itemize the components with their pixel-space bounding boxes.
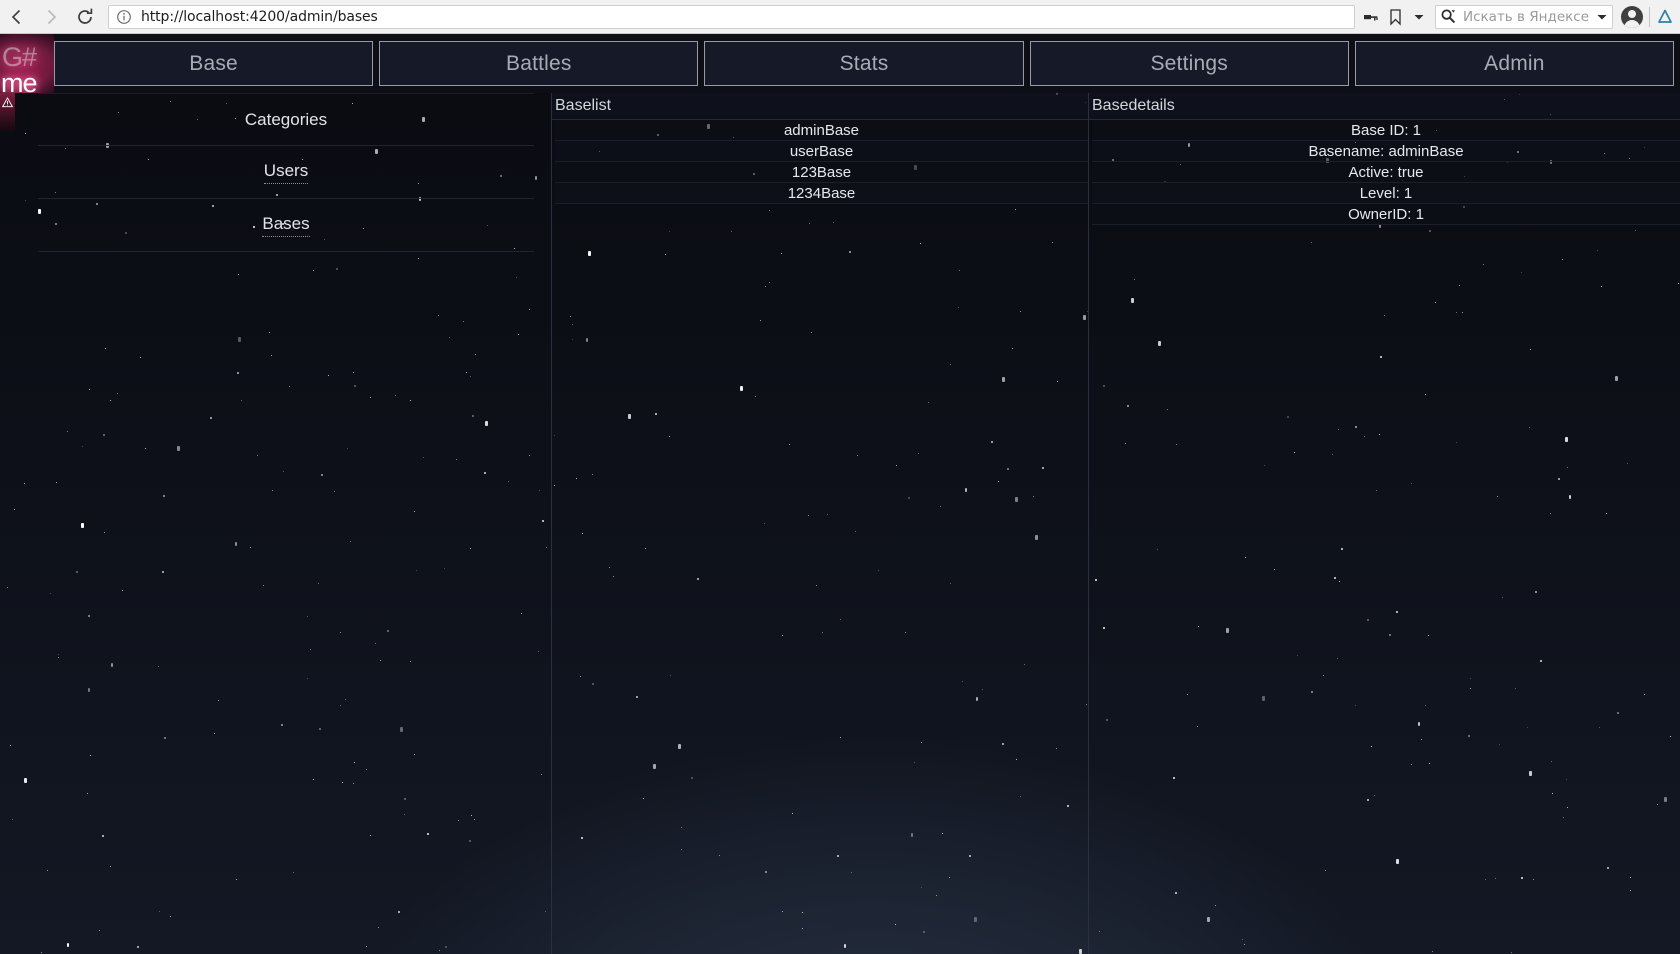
basedetails-base-id: Base ID: 1: [1350, 121, 1422, 139]
search-magnifier-icon[interactable]: [1440, 8, 1457, 25]
table-row: OwnerID: 1: [1092, 204, 1680, 225]
sidebar-item-bases[interactable]: Bases: [38, 199, 534, 252]
tab-settings[interactable]: Settings: [1029, 41, 1349, 86]
baselist-title: Baselist: [552, 93, 1088, 120]
warning-badge[interactable]: [0, 93, 15, 131]
table-row: Level: 1: [1092, 183, 1680, 204]
bookmark-icon[interactable]: [1383, 5, 1407, 29]
basedetails-level: Level: 1: [1359, 184, 1413, 202]
tab-admin[interactable]: Admin: [1354, 41, 1675, 86]
baselist-item-label: 123Base: [791, 163, 852, 181]
search-box[interactable]: Искать в Яндексе: [1435, 4, 1613, 29]
content-columns: Categories Users Bases Baselist adminBas…: [0, 93, 1680, 954]
app-logo[interactable]: G# me: [0, 34, 54, 93]
app-nav-bar: G# me Base Battles Stats Settings Admin: [0, 34, 1680, 93]
baselist-rows: adminBase userBase 123Base 1234Base: [555, 120, 1088, 204]
categories-list: Categories Users Bases: [38, 93, 534, 252]
basedetails-owner-id: OwnerID: 1: [1348, 205, 1424, 223]
table-row: Basename: adminBase: [1092, 141, 1680, 162]
back-button[interactable]: [0, 0, 34, 34]
browser-toolbar: http://localhost:4200/admin/bases Искать…: [0, 0, 1680, 34]
list-item[interactable]: adminBase: [555, 120, 1088, 141]
tab-base-label: Base: [189, 51, 238, 75]
baselist-panel: Baselist adminBase userBase 123Base 1234…: [551, 93, 1088, 954]
basedetails-panel: Basedetails Base ID: 1 Basename: adminBa…: [1088, 93, 1680, 954]
logo-text: G# me: [1, 42, 38, 93]
reload-icon: [78, 8, 93, 24]
toolbar-dropdown-button[interactable]: [1407, 5, 1431, 29]
chevron-down-icon: [1414, 14, 1424, 19]
chevron-right-icon: [47, 9, 57, 24]
warning-triangle-icon: [2, 97, 13, 108]
list-item[interactable]: 1234Base: [555, 183, 1088, 204]
list-item[interactable]: 123Base: [555, 162, 1088, 183]
sidebar-item-bases-label: Bases: [262, 214, 310, 237]
tab-stats[interactable]: Stats: [704, 41, 1024, 86]
tab-battles[interactable]: Battles: [379, 41, 699, 86]
baselist-item-label: userBase: [789, 142, 854, 160]
basedetails-title: Basedetails: [1089, 93, 1680, 120]
forward-button[interactable]: [34, 0, 68, 34]
tab-battles-label: Battles: [506, 51, 572, 75]
basedetails-rows: Base ID: 1 Basename: adminBase Active: t…: [1092, 120, 1680, 225]
categories-header-label: Categories: [244, 109, 328, 129]
tab-settings-label: Settings: [1150, 51, 1228, 75]
key-glyph: [1364, 14, 1378, 20]
info-circle-icon[interactable]: [115, 8, 133, 26]
baselist-item-label: 1234Base: [787, 184, 856, 202]
categories-panel: Categories Users Bases: [0, 93, 551, 954]
search-chevron-down-icon[interactable]: [1596, 11, 1608, 23]
password-key-icon[interactable]: [1359, 5, 1383, 29]
bookmark-glyph: [1389, 8, 1401, 26]
avatar[interactable]: [1621, 5, 1643, 28]
list-item[interactable]: userBase: [555, 141, 1088, 162]
app-viewport: G# me Base Battles Stats Settings Admin: [0, 34, 1680, 954]
address-bar[interactable]: http://localhost:4200/admin/bases: [108, 4, 1355, 29]
tab-base[interactable]: Base: [54, 41, 374, 86]
sidebar-item-users-label: Users: [263, 161, 309, 184]
search-input[interactable]: Искать в Яндексе: [1463, 9, 1596, 25]
reload-button[interactable]: [68, 0, 102, 34]
basedetails-basename: Basename: adminBase: [1308, 142, 1464, 160]
url-text: http://localhost:4200/admin/bases: [141, 8, 378, 25]
categories-header-row: Categories: [38, 93, 534, 146]
tab-stats-label: Stats: [839, 51, 889, 75]
logo-line-1: G#: [2, 42, 37, 73]
sidebar-item-users[interactable]: Users: [38, 146, 534, 199]
yandex-browser-icon[interactable]: [1650, 5, 1680, 29]
baselist-item-label: adminBase: [783, 121, 860, 139]
chevron-left-icon: [11, 9, 21, 24]
nav-tab-list: Base Battles Stats Settings Admin: [54, 34, 1680, 93]
table-row: Base ID: 1: [1092, 120, 1680, 141]
tab-admin-label: Admin: [1484, 51, 1545, 75]
yandex-glyph: [1658, 9, 1672, 23]
basedetails-active: Active: true: [1348, 163, 1424, 181]
table-row: Active: true: [1092, 162, 1680, 183]
